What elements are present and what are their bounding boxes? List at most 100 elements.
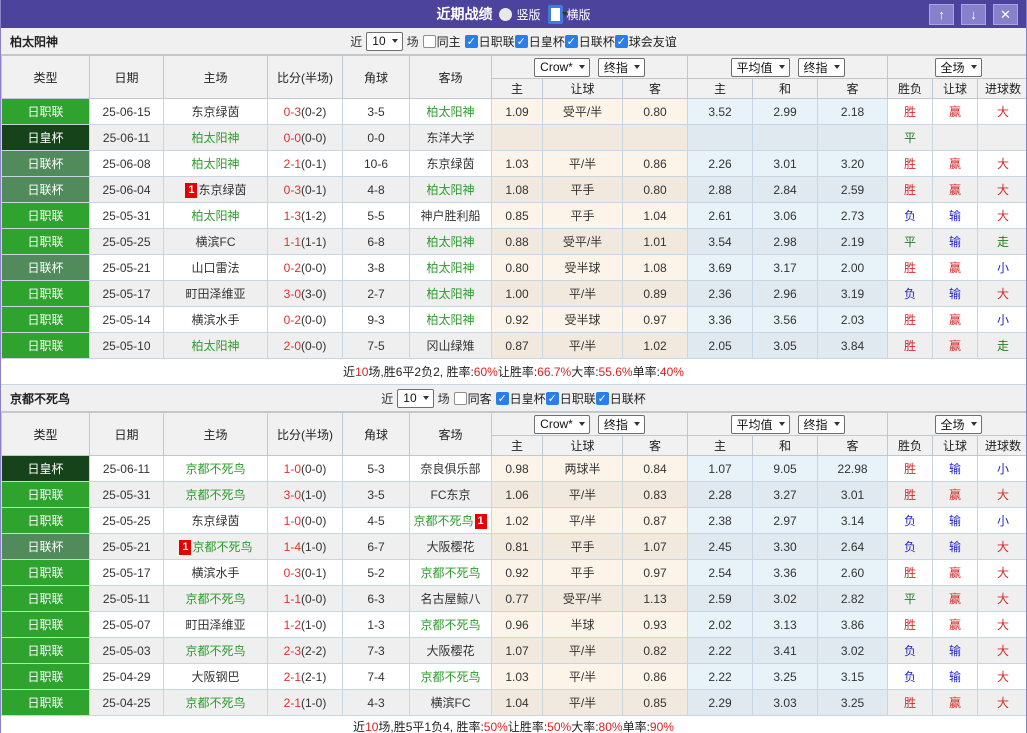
- away-team-name: 京都不死鸟: [420, 670, 481, 684]
- layout-radio-horizontal[interactable]: 横版: [547, 4, 591, 24]
- checkbox-checked-icon[interactable]: ✓: [514, 34, 528, 48]
- home-team-cell: 柏太阳神: [163, 332, 268, 359]
- home-team-cell: 町田泽维亚: [163, 280, 268, 307]
- corner-cell: 9-3: [342, 306, 410, 333]
- league-filter-label: 球会友谊: [628, 34, 677, 49]
- league-filter[interactable]: ✓ 日联杯: [564, 33, 615, 50]
- home-team-cell: 柏太阳神: [163, 124, 268, 151]
- result-text: 大: [997, 209, 1010, 223]
- result-text: 小: [997, 462, 1010, 476]
- euro-draw-odds: 3.17: [752, 254, 819, 281]
- corner-cell: 6-7: [342, 533, 410, 560]
- handicap-result-cell: 输: [932, 637, 979, 664]
- league-filter[interactable]: ✓ 日皇杯: [514, 33, 565, 50]
- odds-source-select[interactable]: Crow*: [534, 414, 590, 434]
- away-team-name: 京都不死鸟: [413, 513, 474, 528]
- league-filter[interactable]: ✓ 日职联: [545, 390, 596, 407]
- handicap-line: 平/半: [542, 689, 623, 716]
- away-team-name: 京都不死鸟: [420, 618, 481, 632]
- close-button[interactable]: ✕: [993, 3, 1018, 25]
- match-count-select[interactable]: 10: [366, 31, 403, 51]
- checkbox-checked-icon[interactable]: ✓: [545, 391, 559, 405]
- result-cell: 平: [887, 585, 934, 612]
- home-team-name: 大阪钢巴: [191, 670, 240, 684]
- handicap-result-cell: 输: [932, 533, 979, 560]
- goals-result-cell: 大: [977, 689, 1026, 716]
- home-team-name: 柏太阳神: [191, 209, 240, 223]
- odds-source-select[interactable]: Crow*: [534, 57, 590, 77]
- scope-select[interactable]: 全场: [934, 57, 982, 77]
- goals-result-cell: 大: [977, 585, 1026, 612]
- fulltime-score: 0-0: [283, 130, 301, 145]
- handicap-odds-group: Crow* 终指: [490, 55, 689, 79]
- checkbox-checked-icon[interactable]: ✓: [464, 34, 478, 48]
- fulltime-score: 1-2: [283, 617, 301, 632]
- checkbox-checked-icon[interactable]: ✓: [595, 391, 609, 405]
- result-text: 输: [949, 287, 962, 301]
- radio-selected-icon[interactable]: [547, 4, 563, 24]
- match-count-select[interactable]: 10: [397, 388, 434, 408]
- avg-source-select[interactable]: 平均值: [730, 414, 790, 434]
- league-cell: 日职联: [1, 98, 90, 125]
- home-team-name: 京都不死鸟: [185, 644, 246, 658]
- league-filter[interactable]: ✓ 日联杯: [595, 390, 646, 407]
- same-venue-filter[interactable]: 同主: [422, 33, 461, 50]
- home-team-cell: 京都不死鸟: [163, 455, 268, 482]
- avg-time-select[interactable]: 终指: [797, 57, 845, 77]
- home-team-name: 东京绿茵: [191, 514, 240, 528]
- corner-cell: 7-5: [342, 332, 410, 359]
- home-team-cell: 横滨水手: [163, 306, 268, 333]
- fulltime-score: 0-3: [283, 565, 301, 580]
- checkbox-unchecked-icon[interactable]: [422, 34, 436, 48]
- checkbox-checked-icon[interactable]: ✓: [495, 391, 509, 405]
- checkbox-unchecked-icon[interactable]: [453, 391, 467, 405]
- result-text: 胜: [904, 462, 917, 476]
- result-cell: 胜: [887, 150, 934, 177]
- result-text: 负: [904, 514, 917, 528]
- summary-segment: 10: [355, 364, 369, 379]
- away-team-cell: 东洋大学: [409, 124, 492, 151]
- league-filter[interactable]: ✓ 日皇杯: [495, 390, 546, 407]
- checkbox-checked-icon[interactable]: ✓: [614, 34, 628, 48]
- score-cell: 2-1(0-1): [267, 150, 343, 177]
- date-cell: 25-05-31: [89, 481, 164, 508]
- handicap-home-odds: 0.96: [491, 611, 543, 638]
- match-row: 日职联 25-05-31 柏太阳神 1-3(1-2) 5-5 神户胜利船 0.85 平手 1.0…: [1, 202, 1026, 229]
- same-venue-filter[interactable]: 同客: [453, 390, 492, 407]
- handicap-result-cell: 赢: [932, 98, 979, 125]
- handicap-home-odds: 0.85: [491, 202, 543, 229]
- team-section: 柏太阳神 近 10 场 同主 ✓日职联✓日皇杯✓日联杯✓球会友谊: [1, 28, 1026, 385]
- fulltime-score: 1-3: [283, 208, 301, 223]
- halftime-score: (1-0): [301, 539, 327, 554]
- fulltime-score: 1-4: [283, 539, 301, 554]
- subcol-goals-result: 进球数: [977, 78, 1026, 99]
- result-text: 输: [949, 209, 962, 223]
- move-up-button[interactable]: ↑: [929, 3, 954, 25]
- league-filter[interactable]: ✓ 日职联: [464, 33, 515, 50]
- result-cell: 负: [887, 533, 934, 560]
- euro-home-odds: 3.36: [687, 306, 754, 333]
- euro-away-odds: 3.84: [817, 332, 889, 359]
- handicap-line: 半球: [542, 611, 623, 638]
- corner-cell: 6-8: [342, 228, 410, 255]
- euro-home-odds: 2.59: [687, 585, 754, 612]
- avg-source-select[interactable]: 平均值: [730, 57, 790, 77]
- league-filter[interactable]: ✓ 球会友谊: [614, 33, 677, 50]
- checkbox-checked-icon[interactable]: ✓: [564, 34, 578, 48]
- avg-time-select[interactable]: 终指: [797, 414, 845, 434]
- odds-time-select[interactable]: 终指: [597, 57, 645, 77]
- league-cell: 日职联: [1, 585, 90, 612]
- corner-cell: 7-4: [342, 663, 410, 690]
- date-cell: 25-05-25: [89, 228, 164, 255]
- scope-select[interactable]: 全场: [934, 414, 982, 434]
- handicap-result-cell: 输: [932, 663, 979, 690]
- move-down-button[interactable]: ↓: [961, 3, 986, 25]
- summary-segment: 场,胜5平1负4, 胜率:: [378, 720, 484, 733]
- result-group: 全场: [887, 412, 1026, 436]
- odds-time-select[interactable]: 终指: [597, 414, 645, 434]
- layout-radio-vertical[interactable]: 竖版: [499, 6, 541, 23]
- away-team-cell: FC东京: [409, 481, 492, 508]
- radio-unselected-icon[interactable]: [499, 7, 513, 21]
- euro-draw-odds: 3.01: [752, 150, 819, 177]
- euro-home-odds: 2.88: [687, 176, 754, 203]
